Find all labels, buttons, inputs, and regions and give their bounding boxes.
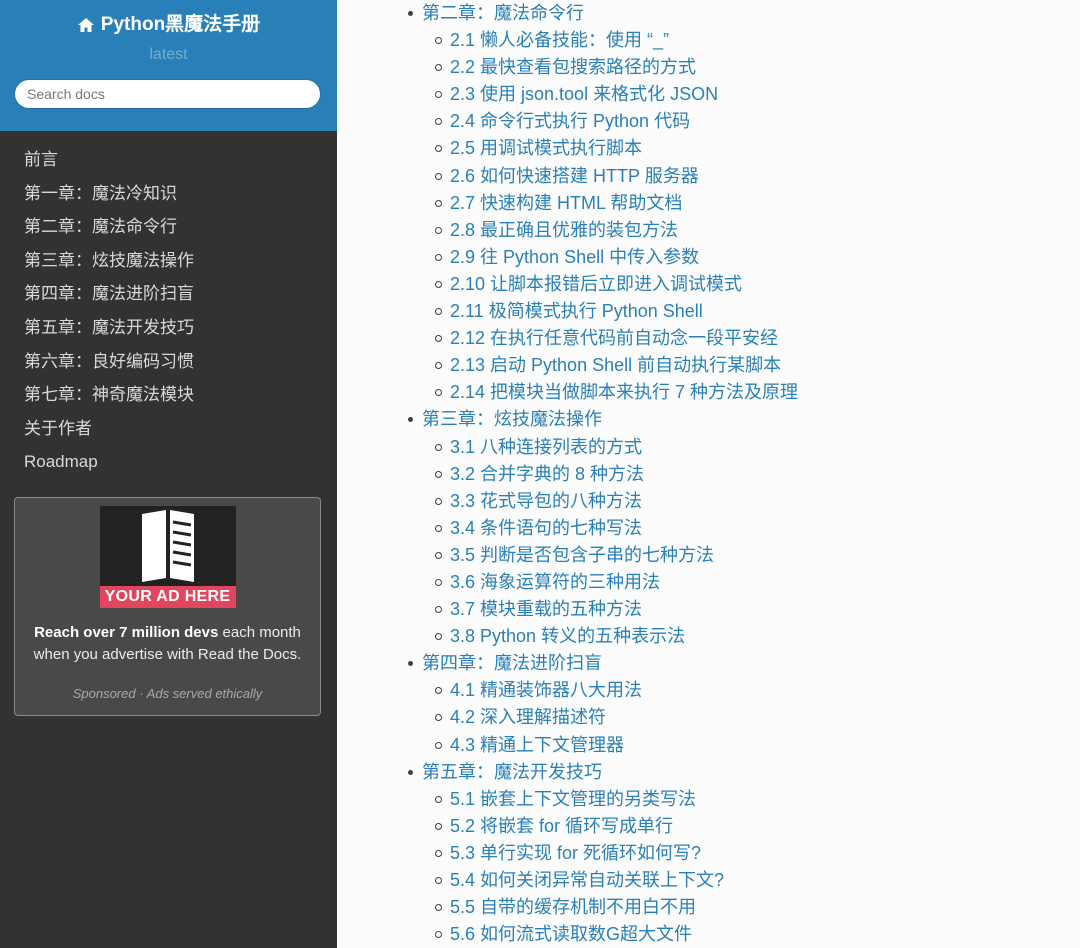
toc-section-link[interactable]: 2.7 快速构建 HTML 帮助文档	[408, 190, 798, 217]
toc-section-link[interactable]: 4.3 精通上下文管理器	[408, 732, 798, 759]
toc-section-link[interactable]: 2.1 懒人必备技能：使用 “_”	[408, 27, 798, 54]
toc-section-link[interactable]: 2.5 用调试模式执行脚本	[408, 135, 798, 162]
ad-banner: YOUR AD HERE	[99, 586, 236, 608]
toc-section-link[interactable]: 3.6 海象运算符的三种用法	[408, 569, 798, 596]
sidebar-nav-item[interactable]: 第四章：魔法进阶扫盲	[0, 277, 337, 311]
toc-section-link[interactable]: 5.2 将嵌套 for 循环写成单行	[408, 813, 798, 840]
toc-chapter-link[interactable]: 第五章：魔法开发技巧	[408, 759, 798, 786]
sidebar-nav-item[interactable]: 前言	[0, 143, 337, 177]
toc-section-link[interactable]: 5.3 单行实现 for 死循环如何写?	[408, 840, 798, 867]
toc-section-link[interactable]: 2.8 最正确且优雅的装包方法	[408, 217, 798, 244]
toc-section-link[interactable]: 3.3 花式导包的八种方法	[408, 488, 798, 515]
toc-section-link[interactable]: 5.6 如何流式读取数G超大文件	[408, 921, 798, 948]
sidebar-nav-item[interactable]: 关于作者	[0, 412, 337, 446]
toc-section-link[interactable]: 2.6 如何快速搭建 HTTP 服务器	[408, 163, 798, 190]
toc-section-link[interactable]: 4.2 深入理解描述符	[408, 704, 798, 731]
toc-section-link[interactable]: 3.8 Python 转义的五种表示法	[408, 623, 798, 650]
ad-sponsored-note: Sponsored · Ads served ethically	[72, 686, 263, 701]
toc-section-link[interactable]: 2.10 让脚本报错后立即进入调试模式	[408, 271, 798, 298]
main-content: 第二章：魔法命令行 2.1 懒人必备技能：使用 “_” 2.2 最快查看包搜索路径的…	[337, 0, 1080, 948]
brand-title: Python黑魔法手册	[100, 14, 261, 35]
toc-section-link[interactable]: 2.13 启动 Python Shell 前自动执行某脚本	[408, 352, 798, 379]
ad-text[interactable]: Reach over 7 million devs each month whe…	[15, 622, 320, 666]
sponsored-ad[interactable]: YOUR AD HERE Reach over 7 million devs e…	[14, 497, 321, 716]
ad-image[interactable]: YOUR AD HERE	[99, 506, 236, 608]
toc-section-link[interactable]: 2.12 在执行任意代码前自动念一段平安经	[408, 325, 798, 352]
search-form	[14, 79, 321, 109]
table-of-contents: 第二章：魔法命令行 2.1 懒人必备技能：使用 “_” 2.2 最快查看包搜索路径的…	[408, 0, 798, 948]
search-input[interactable]	[14, 79, 321, 109]
sidebar-header: Python黑魔法手册 latest	[0, 0, 337, 131]
toc-chapter-link[interactable]: 第四章：魔法进阶扫盲	[408, 650, 798, 677]
book-icon	[141, 510, 194, 582]
sidebar-nav-item[interactable]: Roadmap	[0, 445, 337, 479]
toc-chapter-link[interactable]: 第二章：魔法命令行	[408, 0, 798, 27]
toc-section-link[interactable]: 3.2 合并字典的 8 种方法	[408, 461, 798, 488]
sidebar-nav-item[interactable]: 第二章：魔法命令行	[0, 210, 337, 244]
docs-page: Python黑魔法手册 latest 前言第一章：魔法冷知识第二章：魔法命令行第…	[0, 0, 1080, 948]
toc-section-link[interactable]: 2.9 往 Python Shell 中传入参数	[408, 244, 798, 271]
toc-section-link[interactable]: 2.4 命令行式执行 Python 代码	[408, 108, 798, 135]
sidebar: Python黑魔法手册 latest 前言第一章：魔法冷知识第二章：魔法命令行第…	[0, 0, 337, 948]
toc-section-link[interactable]: 4.1 精通装饰器八大用法	[408, 677, 798, 704]
toc-section-link[interactable]: 5.1 嵌套上下文管理的另类写法	[408, 786, 798, 813]
toc-section-link[interactable]: 5.5 自带的缓存机制不用白不用	[408, 894, 798, 921]
toc-section-link[interactable]: 3.7 模块重载的五种方法	[408, 596, 798, 623]
sidebar-nav-item[interactable]: 第五章：魔法开发技巧	[0, 311, 337, 345]
toc-section-link[interactable]: 2.3 使用 json.tool 来格式化 JSON	[408, 81, 798, 108]
toc-section-link[interactable]: 2.2 最快查看包搜索路径的方式	[408, 54, 798, 81]
toc-chapter-link[interactable]: 第三章：炫技魔法操作	[408, 406, 798, 433]
toc-section-link[interactable]: 2.14 把模块当做脚本来执行 7 种方法及原理	[408, 379, 798, 406]
sidebar-nav-item[interactable]: 第六章：良好编码习惯	[0, 345, 337, 379]
sidebar-nav-item[interactable]: 第七章：神奇魔法模块	[0, 378, 337, 412]
toc-section-link[interactable]: 5.4 如何关闭异常自动关联上下文?	[408, 867, 798, 894]
sidebar-nav: 前言 第一章：魔法冷知识 第二章：魔法命令行 第三章：炫技魔法操作 第四章：魔法进阶扫盲…	[0, 131, 337, 479]
sidebar-nav-item[interactable]: 第三章：炫技魔法操作	[0, 244, 337, 278]
home-icon	[77, 17, 95, 33]
toc-section-link[interactable]: 2.11 极简模式执行 Python Shell	[408, 298, 798, 325]
sidebar-nav-item[interactable]: 第一章：魔法冷知识	[0, 177, 337, 211]
brand-link[interactable]: Python黑魔法手册	[77, 12, 260, 38]
toc-section-link[interactable]: 3.1 八种连接列表的方式	[408, 434, 798, 461]
toc-section-link[interactable]: 3.5 判断是否包含子串的七种方法	[408, 542, 798, 569]
toc-section-link[interactable]: 3.4 条件语句的七种写法	[408, 515, 798, 542]
version-label: latest	[149, 46, 188, 63]
ad-text-bold: Reach over 7 million devs	[34, 624, 219, 641]
